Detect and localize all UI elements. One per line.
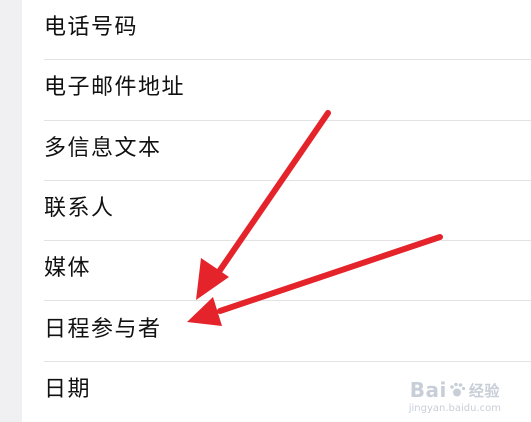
list-item-label: 联系人 xyxy=(44,196,115,222)
watermark-suffix: 经验 xyxy=(468,381,500,400)
baidu-jingyan-watermark: Bai 经验 jingyan.baidu.com xyxy=(409,378,501,414)
list-item-label: 日程参与者 xyxy=(44,316,162,342)
list-item-email-address[interactable]: 电子邮件地址 xyxy=(22,60,531,121)
watermark-brand-text: Bai xyxy=(409,378,447,402)
list-item-contacts[interactable]: 联系人 xyxy=(22,181,531,242)
watermark-block: Bai 经验 jingyan.baidu.com xyxy=(409,378,501,414)
list-item-label: 多信息文本 xyxy=(44,135,162,161)
list-item-label: 媒体 xyxy=(44,256,92,282)
screen: 电话号码 电子邮件地址 多信息文本 联系人 媒体 日程参与者 日期 Bai 经验… xyxy=(0,0,531,422)
settings-list: 电话号码 电子邮件地址 多信息文本 联系人 媒体 日程参与者 日期 xyxy=(22,0,531,422)
list-item-event-attendees[interactable]: 日程参与者 xyxy=(22,301,531,363)
list-item-label: 电子邮件地址 xyxy=(44,75,186,101)
settings-list-card: 电话号码 电子邮件地址 多信息文本 联系人 媒体 日程参与者 日期 xyxy=(22,0,531,422)
list-item-phone-number[interactable]: 电话号码 xyxy=(22,0,531,61)
list-item-label: 日期 xyxy=(44,376,92,402)
paw-icon xyxy=(450,382,466,397)
watermark-url: jingyan.baidu.com xyxy=(408,403,501,414)
list-item-label: 电话号码 xyxy=(44,15,139,41)
watermark-brand: Bai 经验 xyxy=(410,378,500,402)
list-item-media[interactable]: 媒体 xyxy=(22,241,531,302)
list-item-rich-text[interactable]: 多信息文本 xyxy=(22,121,531,182)
